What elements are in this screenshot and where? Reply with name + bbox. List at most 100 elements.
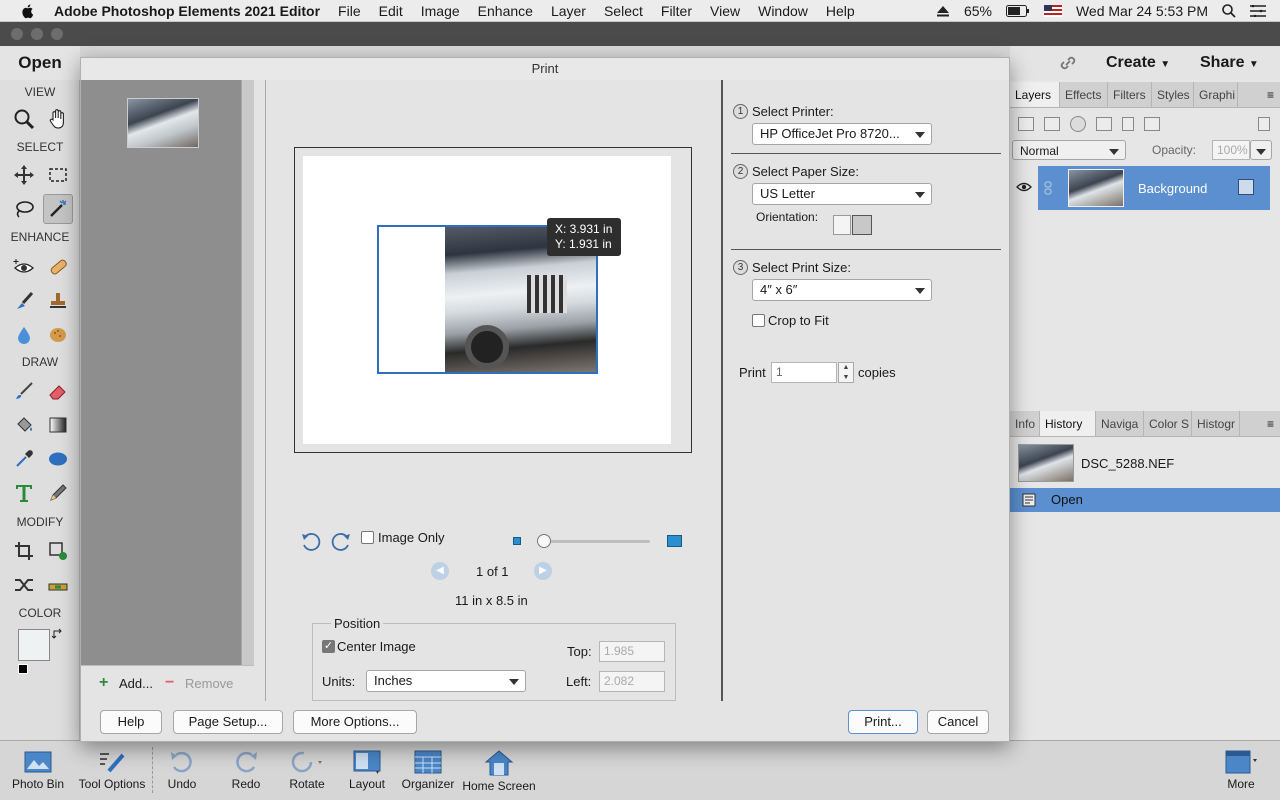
more-options-button[interactable]: More Options... [293,710,417,734]
share-button[interactable]: Share ▼ [1200,54,1259,72]
menu-view[interactable]: View [710,3,740,19]
home-screen-button[interactable]: Home Screen [459,741,539,800]
apple-icon[interactable] [18,3,38,19]
layout-button[interactable]: Layout [344,741,390,800]
tab-effects[interactable]: Effects [1060,82,1108,107]
new-layer-icon[interactable] [1018,117,1034,131]
zoom-slider-track[interactable] [538,540,650,543]
eyedropper-tool[interactable] [9,444,39,474]
menu-filter[interactable]: Filter [661,3,692,19]
rotate-left-icon[interactable] [300,531,322,553]
history-snapshot-row[interactable]: DSC_5288.NEF [1010,440,1280,488]
lasso-tool[interactable] [9,194,39,224]
swap-colors-icon[interactable] [52,628,64,640]
remove-button[interactable]: Remove [185,676,233,691]
marquee-tool[interactable] [43,160,73,190]
help-button[interactable]: Help [100,710,162,734]
more-button[interactable]: More [1216,741,1266,800]
hand-tool[interactable] [43,104,73,134]
adjustment-layer-icon[interactable] [1070,116,1086,132]
copies-stepper[interactable]: ▲ ▼ [838,362,854,383]
eject-icon[interactable] [936,5,950,17]
tab-filters[interactable]: Filters [1108,82,1152,107]
lock-icon[interactable] [1122,117,1134,131]
group-icon[interactable] [1044,117,1060,131]
crop-to-fit-checkbox[interactable] [752,314,765,327]
zoom-large-icon[interactable] [667,535,682,547]
tab-navigator[interactable]: Naviga [1096,411,1144,436]
panel-menu-icon[interactable]: ≡ [1267,82,1280,107]
foreground-color-swatch[interactable] [18,629,50,661]
minimize-window-button[interactable] [31,28,43,40]
menu-file[interactable]: File [338,3,361,19]
link-icon[interactable] [1058,54,1078,72]
center-image-checkbox[interactable]: ✓ [322,640,335,653]
printer-select[interactable]: HP OfficeJet Pro 8720... [752,123,932,145]
spotlight-search-icon[interactable] [1222,4,1236,18]
link-layer-icon[interactable] [1044,181,1052,195]
next-page-button[interactable]: ▶ [534,562,552,580]
blend-mode-select[interactable]: Normal [1012,140,1126,160]
recompose-tool[interactable] [43,536,73,566]
tab-color-swatches[interactable]: Color S [1144,411,1192,436]
clone-stamp-tool[interactable] [43,286,73,316]
close-window-button[interactable] [11,28,23,40]
tab-history[interactable]: History [1040,411,1096,436]
history-step-open[interactable]: Open [1010,488,1280,512]
print-button[interactable]: Print... [848,710,918,734]
undo-button[interactable]: Undo [158,741,206,800]
rotate-button[interactable]: Rotate [284,741,330,800]
cancel-button[interactable]: Cancel [927,710,989,734]
layer-row-background[interactable]: Background [1010,166,1280,210]
blur-tool[interactable] [9,320,39,350]
zoom-slider-thumb[interactable] [537,534,551,548]
menu-edit[interactable]: Edit [379,3,403,19]
tool-options-button[interactable]: Tool Options [73,741,151,800]
left-field[interactable]: 2.082 [599,671,665,692]
quick-selection-tool[interactable] [43,194,73,224]
tab-graphics[interactable]: Graphi [1194,82,1238,107]
landscape-orientation-icon[interactable] [852,215,872,235]
smart-brush-tool[interactable] [9,286,39,316]
move-tool[interactable] [9,160,39,190]
photo-bin-button[interactable]: Photo Bin [4,741,72,800]
open-button[interactable]: Open [0,46,80,80]
print-size-select[interactable]: 4″ x 6″ [752,279,932,301]
pencil-tool[interactable] [43,478,73,508]
control-center-icon[interactable] [1250,5,1266,17]
zoom-small-icon[interactable] [513,537,521,545]
panel-menu-icon[interactable]: ≡ [1267,411,1280,436]
battery-icon[interactable] [1005,5,1030,17]
tab-histogram[interactable]: Histogr [1192,411,1240,436]
menu-window[interactable]: Window [758,3,808,19]
layer-name[interactable]: Background [1138,181,1207,196]
redo-button[interactable]: Redo [222,741,270,800]
eraser-tool[interactable] [43,376,73,406]
crop-tool[interactable] [9,536,39,566]
gradient-tool[interactable] [43,410,73,440]
previous-page-button[interactable]: ◀ [431,562,449,580]
rotate-right-icon[interactable] [330,531,352,553]
tab-styles[interactable]: Styles [1152,82,1194,107]
zoom-tool[interactable] [9,104,39,134]
organizer-button[interactable]: Organizer [398,741,458,800]
spot-healing-tool[interactable] [43,252,73,282]
default-colors-icon[interactable] [18,664,28,674]
flag-icon[interactable] [1043,5,1062,17]
copies-input[interactable]: 1 [771,362,837,383]
menu-select[interactable]: Select [604,3,643,19]
red-eye-tool[interactable] [9,252,39,282]
content-aware-move-tool[interactable] [9,570,39,600]
layer-mask-icon[interactable] [1096,117,1112,131]
page-setup-button[interactable]: Page Setup... [173,710,283,734]
clock[interactable]: Wed Mar 24 5:53 PM [1076,3,1208,19]
menu-image[interactable]: Image [421,3,460,19]
visibility-eye-icon[interactable] [1016,181,1032,193]
zoom-window-button[interactable] [51,28,63,40]
create-button[interactable]: Create ▼ [1106,54,1170,72]
app-name[interactable]: Adobe Photoshop Elements 2021 Editor [54,3,320,19]
opacity-field[interactable]: 100% [1212,140,1250,160]
lock-transparency-icon[interactable] [1144,117,1160,131]
portrait-orientation-icon[interactable] [833,215,851,235]
tab-layers[interactable]: Layers [1010,82,1060,107]
